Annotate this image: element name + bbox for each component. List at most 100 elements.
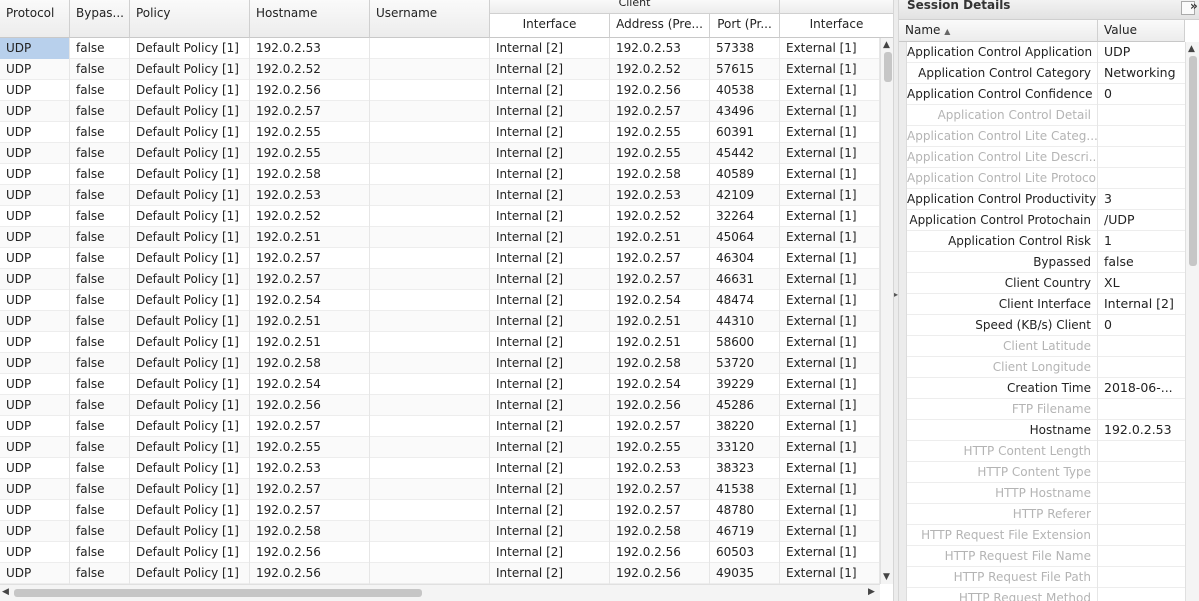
property-value[interactable]: /UDP	[1098, 210, 1185, 231]
cell-c_address[interactable]: 192.0.2.51	[610, 227, 710, 248]
cell-hostname[interactable]: 192.0.2.56	[250, 563, 370, 584]
table-row[interactable]: UDP false Default Policy [1] 192.0.2.53 Inte…	[0, 38, 880, 59]
cell-s_interface[interactable]: External [1]	[780, 416, 880, 437]
cell-policy[interactable]: Default Policy [1]	[130, 206, 250, 227]
column-header-value[interactable]: Value	[1098, 20, 1185, 42]
cell-bypassed[interactable]: false	[70, 122, 130, 143]
property-value[interactable]	[1098, 399, 1185, 420]
property-value[interactable]: 2018-06-...	[1098, 378, 1185, 399]
cell-bypassed[interactable]: false	[70, 542, 130, 563]
cell-policy[interactable]: Default Policy [1]	[130, 122, 250, 143]
table-row[interactable]: UDP false Default Policy [1] 192.0.2.54 Inte…	[0, 374, 880, 395]
grid-horizontal-scrollbar[interactable]: ◀ ▶	[0, 584, 880, 601]
cell-c_address[interactable]: 192.0.2.54	[610, 374, 710, 395]
cell-hostname[interactable]: 192.0.2.56	[250, 80, 370, 101]
cell-c_interface[interactable]: Internal [2]	[490, 290, 610, 311]
cell-protocol[interactable]: UDP	[0, 563, 70, 584]
property-row[interactable]: HTTP Request Method	[899, 588, 1185, 601]
panel-vertical-scroll-thumb[interactable]	[1189, 56, 1197, 266]
cell-c_interface[interactable]: Internal [2]	[490, 59, 610, 80]
table-row[interactable]: UDP false Default Policy [1] 192.0.2.54 Inte…	[0, 290, 880, 311]
cell-username[interactable]	[370, 395, 490, 416]
property-value[interactable]: Networking	[1098, 63, 1185, 84]
cell-hostname[interactable]: 192.0.2.57	[250, 269, 370, 290]
cell-hostname[interactable]: 192.0.2.58	[250, 164, 370, 185]
property-value[interactable]	[1098, 126, 1185, 147]
property-value[interactable]	[1098, 147, 1185, 168]
collapse-panel-button[interactable]: »	[1181, 0, 1198, 15]
property-row[interactable]: Bypassed false	[899, 252, 1185, 273]
table-row[interactable]: UDP false Default Policy [1] 192.0.2.53 Inte…	[0, 185, 880, 206]
cell-policy[interactable]: Default Policy [1]	[130, 164, 250, 185]
cell-s_interface[interactable]: External [1]	[780, 227, 880, 248]
cell-c_address[interactable]: 192.0.2.54	[610, 290, 710, 311]
property-value[interactable]: 0	[1098, 315, 1185, 336]
table-row[interactable]: UDP false Default Policy [1] 192.0.2.57 Inte…	[0, 101, 880, 122]
property-row[interactable]: Application Control Lite Categ...	[899, 126, 1185, 147]
cell-c_address[interactable]: 192.0.2.57	[610, 248, 710, 269]
cell-policy[interactable]: Default Policy [1]	[130, 563, 250, 584]
property-row[interactable]: Client Latitude	[899, 336, 1185, 357]
cell-c_port[interactable]: 39229	[710, 374, 780, 395]
cell-c_port[interactable]: 60391	[710, 122, 780, 143]
cell-hostname[interactable]: 192.0.2.56	[250, 395, 370, 416]
cell-hostname[interactable]: 192.0.2.57	[250, 101, 370, 122]
cell-protocol[interactable]: UDP	[0, 248, 70, 269]
cell-protocol[interactable]: UDP	[0, 479, 70, 500]
table-row[interactable]: UDP false Default Policy [1] 192.0.2.56 Inte…	[0, 563, 880, 584]
cell-hostname[interactable]: 192.0.2.58	[250, 353, 370, 374]
cell-bypassed[interactable]: false	[70, 206, 130, 227]
cell-username[interactable]	[370, 500, 490, 521]
column-header-protocol[interactable]: Protocol	[0, 0, 70, 38]
cell-policy[interactable]: Default Policy [1]	[130, 542, 250, 563]
cell-bypassed[interactable]: false	[70, 479, 130, 500]
cell-username[interactable]	[370, 542, 490, 563]
table-row[interactable]: UDP false Default Policy [1] 192.0.2.57 Inte…	[0, 500, 880, 521]
cell-c_interface[interactable]: Internal [2]	[490, 80, 610, 101]
property-row[interactable]: HTTP Content Type	[899, 462, 1185, 483]
cell-protocol[interactable]: UDP	[0, 143, 70, 164]
cell-protocol[interactable]: UDP	[0, 374, 70, 395]
cell-protocol[interactable]: UDP	[0, 59, 70, 80]
table-row[interactable]: UDP false Default Policy [1] 192.0.2.57 Inte…	[0, 416, 880, 437]
table-row[interactable]: UDP false Default Policy [1] 192.0.2.51 Inte…	[0, 227, 880, 248]
cell-username[interactable]	[370, 248, 490, 269]
cell-s_interface[interactable]: External [1]	[780, 332, 880, 353]
property-row[interactable]: Application Control Lite Protocol	[899, 168, 1185, 189]
table-row[interactable]: UDP false Default Policy [1] 192.0.2.53 Inte…	[0, 458, 880, 479]
property-value[interactable]	[1098, 462, 1185, 483]
column-header-name[interactable]: Name ▲	[899, 20, 1098, 42]
property-value[interactable]: 192.0.2.53	[1098, 420, 1185, 441]
cell-s_interface[interactable]: External [1]	[780, 290, 880, 311]
scroll-up-icon[interactable]: ▲	[883, 40, 890, 50]
cell-protocol[interactable]: UDP	[0, 80, 70, 101]
cell-protocol[interactable]: UDP	[0, 269, 70, 290]
cell-s_interface[interactable]: External [1]	[780, 143, 880, 164]
cell-s_interface[interactable]: External [1]	[780, 458, 880, 479]
cell-username[interactable]	[370, 521, 490, 542]
cell-c_port[interactable]: 58600	[710, 332, 780, 353]
cell-c_interface[interactable]: Internal [2]	[490, 542, 610, 563]
grid-horizontal-scroll-thumb[interactable]	[14, 589, 422, 597]
cell-s_interface[interactable]: External [1]	[780, 122, 880, 143]
cell-c_interface[interactable]: Internal [2]	[490, 416, 610, 437]
cell-username[interactable]	[370, 38, 490, 59]
table-row[interactable]: UDP false Default Policy [1] 192.0.2.57 Inte…	[0, 269, 880, 290]
cell-protocol[interactable]: UDP	[0, 290, 70, 311]
cell-username[interactable]	[370, 269, 490, 290]
cell-c_address[interactable]: 192.0.2.58	[610, 353, 710, 374]
cell-hostname[interactable]: 192.0.2.52	[250, 59, 370, 80]
scroll-down-icon[interactable]: ▼	[883, 572, 890, 582]
cell-s_interface[interactable]: External [1]	[780, 542, 880, 563]
cell-c_interface[interactable]: Internal [2]	[490, 38, 610, 59]
cell-policy[interactable]: Default Policy [1]	[130, 437, 250, 458]
column-header-c_address[interactable]: Address (Pre...	[610, 14, 710, 38]
cell-hostname[interactable]: 192.0.2.55	[250, 143, 370, 164]
cell-s_interface[interactable]: External [1]	[780, 185, 880, 206]
cell-bypassed[interactable]: false	[70, 143, 130, 164]
table-row[interactable]: UDP false Default Policy [1] 192.0.2.56 Inte…	[0, 395, 880, 416]
cell-bypassed[interactable]: false	[70, 395, 130, 416]
cell-c_address[interactable]: 192.0.2.57	[610, 269, 710, 290]
cell-c_address[interactable]: 192.0.2.58	[610, 521, 710, 542]
property-value[interactable]: XL	[1098, 273, 1185, 294]
